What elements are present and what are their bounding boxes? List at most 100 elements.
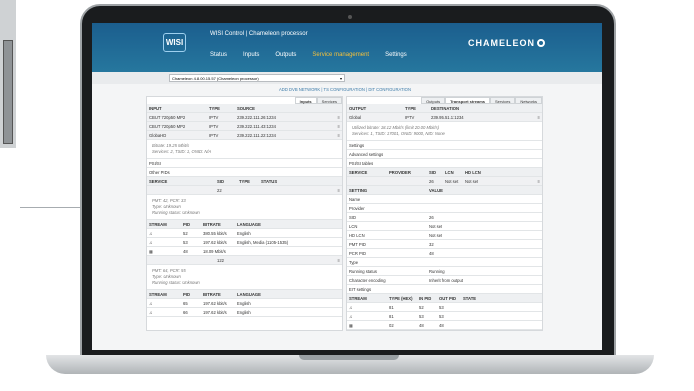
stream-row[interactable]: ♫ 52 380.55 kbit/s English (147, 229, 342, 238)
stream-row[interactable]: ♫ 81 52 53 (347, 303, 542, 312)
setting-name: Type (349, 259, 359, 265)
nav-outputs[interactable]: Outputs (275, 52, 296, 58)
col-out-pid: OUT PID (439, 295, 456, 301)
menu-icon[interactable]: ≡ (338, 115, 340, 120)
col-service[interactable]: SERVICE (349, 170, 389, 175)
col-service[interactable]: SERVICE (149, 179, 217, 184)
stream-type: 02 (389, 322, 394, 328)
nav-inputs[interactable]: Inputs (243, 52, 259, 58)
input-row[interactable]: GlobaHD IPTV 239.222.111.22:1234 ≡ (147, 131, 342, 140)
output-destination: 239.95.51.1:1234 (431, 114, 464, 120)
setting-row[interactable]: PMT PID 32 (347, 240, 542, 249)
service-sid: 22 (217, 187, 222, 193)
nav-status[interactable]: Status (210, 52, 227, 58)
dit-configuration-link[interactable]: DIT CONFIGURATION (368, 87, 411, 92)
col-lcn: LCN (445, 169, 454, 175)
other-pids-label: Other PIDs (149, 169, 170, 175)
video-icon: ▦ (349, 322, 353, 328)
stream-in-pid: 53 (419, 313, 424, 319)
output-row[interactable]: Global IPTV 239.95.51.1:1234 ≡ (347, 113, 542, 122)
service-row[interactable]: 26 Not set Not set ≡ (347, 177, 542, 186)
setting-row[interactable]: HD LCN Not set (347, 231, 542, 240)
input-source: 239.222.111.26:1234 (237, 114, 276, 120)
tab-networks[interactable]: Networks (515, 97, 542, 104)
setting-row[interactable]: Name (347, 195, 542, 204)
psisi-row[interactable]: PSI/SI (147, 159, 342, 168)
stream-language: English, Media (1105-1535) (237, 239, 289, 245)
setting-row[interactable]: Character encoding Inherit from output (347, 276, 542, 285)
service-info: PMT: 42, PCR: 33 Type: Unknown Running sta… (147, 195, 342, 220)
stream-row[interactable]: ♫ 65 197.62 kbit/s English (147, 299, 342, 308)
stream-bitrate: 380.55 kbit/s (203, 230, 227, 236)
nav-service-management[interactable]: Service management (312, 52, 369, 58)
stream-out-pid: 48 (439, 322, 444, 328)
menu-icon[interactable]: ≡ (538, 179, 540, 184)
other-pids-row[interactable]: Other PIDs (147, 168, 342, 177)
stream-row[interactable]: ▦ 02 48 48 (347, 321, 542, 330)
col-input[interactable]: INPUT (149, 106, 209, 111)
base-notch (299, 355, 399, 360)
col-output[interactable]: OUTPUT (349, 106, 405, 111)
col-type: TYPE (405, 105, 416, 111)
service-sid: 122 (217, 257, 224, 263)
stream-pid: 65 (183, 300, 188, 306)
tab-transport-streams[interactable]: Transport streams (445, 97, 490, 104)
stream-type: 81 (389, 304, 394, 310)
col-destination: DESTINATION (431, 105, 460, 111)
setting-row[interactable]: LCN Not set (347, 222, 542, 231)
setting-row[interactable]: Provider (347, 204, 542, 213)
col-hd-lcn: HD LCN (465, 169, 481, 175)
service-row[interactable]: 122 ≡ (147, 256, 342, 265)
col-stream[interactable]: STREAM (349, 296, 389, 301)
setting-row[interactable]: SID 26 (347, 213, 542, 222)
menu-icon[interactable]: ≡ (538, 115, 540, 120)
col-value: VALUE (429, 187, 443, 193)
output-name: Global (349, 114, 362, 120)
output-info: Utilized bitrate: 18.12 Mbit/s (limit 20… (347, 122, 542, 141)
ts-configuration-link[interactable]: TS CONFIGURATION (324, 87, 365, 92)
setting-row[interactable]: PCR PID 48 (347, 249, 542, 258)
service-hd-lcn: Not set (465, 178, 479, 184)
device-select[interactable]: Chameleon 4.8.00.15.57 (Chameleon proces… (169, 74, 345, 82)
col-pid: PID (183, 291, 190, 297)
main-content: ADD DVB NETWORK | TS CONFIGURATION | DIT… (146, 84, 544, 350)
add-dvb-network-link[interactable]: ADD DVB NETWORK (279, 87, 320, 92)
menu-icon[interactable]: ≡ (338, 133, 340, 138)
stream-in-pid: 52 (419, 304, 424, 310)
input-name: GlobaHD (149, 132, 167, 138)
input-row[interactable]: CBUT 720p50 MP2 IPTV 239.222.111.43:1234 ≡ (147, 122, 342, 131)
side-device (0, 0, 16, 148)
advanced-settings-section[interactable]: Advanced settings (347, 150, 542, 159)
col-stream[interactable]: STREAM (149, 292, 183, 297)
setting-name: Character encoding (349, 277, 386, 283)
stream-language: English (237, 230, 251, 236)
col-stream[interactable]: STREAM (149, 222, 183, 227)
stream-row[interactable]: ♫ 53 197.62 kbit/s English, Media (1105-153… (147, 238, 342, 247)
inputs-header: INPUT TYPE SOURCE (147, 104, 342, 113)
menu-icon[interactable]: ≡ (338, 124, 340, 129)
tab-services[interactable]: Services (316, 97, 342, 104)
eit-settings-section[interactable]: EIT settings (347, 285, 542, 294)
tab-outputs[interactable]: Outputs (421, 97, 446, 104)
input-type: IPTV (209, 123, 219, 129)
menu-icon[interactable]: ≡ (338, 258, 340, 263)
menu-icon[interactable]: ≡ (338, 188, 340, 193)
stream-out-pid: 53 (439, 313, 444, 319)
streams-header: STREAM PID BITRATE LANGUAGE (147, 220, 342, 229)
input-row[interactable]: CBUT 720p50 MP2 IPTV 239.222.111.26:1234 ≡ (147, 113, 342, 122)
setting-row[interactable]: Running status Running (347, 267, 542, 276)
col-status: STATUS (261, 178, 278, 184)
stream-row[interactable]: ♫ 66 197.62 kbit/s English (147, 308, 342, 317)
psisi-tables-section[interactable]: PSI/SI tables (347, 159, 542, 168)
tab-inputs[interactable]: Inputs (294, 97, 317, 104)
settings-section[interactable]: Settings (347, 141, 542, 150)
input-source: 239.222.111.22:1234 (237, 132, 276, 138)
stream-row[interactable]: ▦ 48 18.09 Mbit/s (147, 247, 342, 256)
nav-settings[interactable]: Settings (385, 52, 407, 58)
stream-row[interactable]: ♫ 81 53 53 (347, 312, 542, 321)
config-links: ADD DVB NETWORK | TS CONFIGURATION | DIT… (279, 87, 411, 92)
setting-row[interactable]: Type (347, 258, 542, 267)
tab-services[interactable]: Services (489, 97, 516, 104)
service-row[interactable]: 22 ≡ (147, 186, 342, 195)
setting-value: Not set (429, 232, 443, 238)
